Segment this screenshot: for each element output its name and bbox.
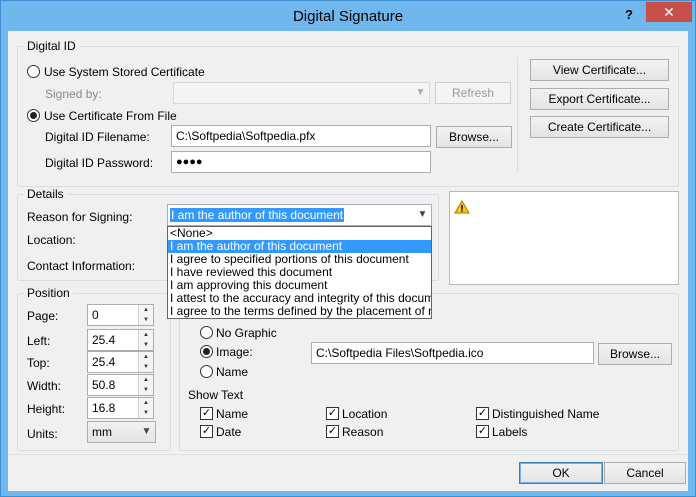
reason-option[interactable]: I attest to the accuracy and integrity o… — [168, 292, 431, 305]
show-distinguished-name-label: Distinguished Name — [492, 407, 600, 421]
show-location-checkbox[interactable]: ✓ — [326, 407, 339, 420]
close-button[interactable]: ✕ — [646, 2, 692, 22]
page-value: 0 — [92, 308, 99, 322]
digital-id-filename-label: Digital ID Filename: — [45, 130, 150, 144]
left-value: 25.4 — [92, 333, 116, 347]
help-button[interactable]: ? — [619, 5, 639, 25]
image-radio[interactable] — [200, 345, 213, 358]
spinner-arrows-icon[interactable]: ▲ ▼ — [138, 375, 153, 395]
refresh-button[interactable]: Refresh — [435, 82, 511, 104]
contact-information-label: Contact Information: — [27, 259, 136, 273]
dialog-client: Digital ID Use System Stored Certificate… — [8, 31, 688, 491]
dialog-footer: OK Cancel — [8, 454, 688, 491]
ok-button[interactable]: OK — [519, 462, 603, 484]
height-label: Height: — [27, 402, 66, 416]
show-labels-checkbox[interactable]: ✓ — [476, 425, 489, 438]
use-system-certificate-radio[interactable] — [27, 65, 40, 78]
no-graphic-radio[interactable] — [200, 326, 213, 339]
width-spinner[interactable]: 50.8 ▲ ▼ — [87, 374, 154, 396]
use-certificate-file-label: Use Certificate From File — [44, 109, 177, 123]
no-graphic-label: No Graphic — [216, 326, 277, 340]
spinner-arrows-icon[interactable]: ▲ ▼ — [138, 330, 153, 350]
reason-option[interactable]: I agree to the terms defined by the plac… — [168, 305, 431, 318]
chevron-down-icon: ▼ — [415, 87, 426, 98]
show-name-label: Name — [216, 407, 249, 421]
location-label: Location: — [27, 233, 76, 247]
position-group-label: Position — [24, 286, 73, 300]
left-spinner[interactable]: 25.4 ▲ ▼ — [87, 329, 154, 351]
spinner-arrows-icon[interactable]: ▲ ▼ — [138, 305, 153, 325]
top-label: Top: — [27, 356, 50, 370]
digital-id-password-input[interactable]: ●●●● — [171, 151, 431, 173]
show-location-label: Location — [342, 407, 388, 421]
digital-id-filename-input[interactable]: C:\Softpedia\Softpedia.pfx — [171, 125, 431, 147]
digital-id-password-label: Digital ID Password: — [45, 156, 154, 170]
window-title: Digital Signature — [292, 8, 404, 25]
browse-certificate-button[interactable]: Browse... — [436, 126, 512, 148]
show-text-label: Show Text — [188, 388, 244, 402]
signed-by-label: Signed by: — [45, 87, 102, 101]
units-label: Units: — [27, 427, 58, 441]
dialog-window: Digital Signature ? ✕ Digital ID Use Sys… — [0, 0, 696, 497]
show-reason-label: Reason — [342, 425, 384, 439]
digital-id-separator — [517, 57, 518, 172]
use-system-certificate-label: Use System Stored Certificate — [44, 65, 205, 79]
title-bar[interactable]: Digital Signature ? ✕ — [1, 1, 695, 31]
spinner-arrows-icon[interactable]: ▲ ▼ — [138, 398, 153, 418]
use-certificate-file-radio[interactable] — [27, 109, 40, 122]
reason-selected-text: I am the author of this document — [170, 208, 345, 222]
show-distinguished-name-checkbox[interactable]: ✓ — [476, 407, 489, 420]
image-label: Image: — [216, 345, 253, 359]
height-spinner[interactable]: 16.8 ▲ ▼ — [87, 397, 154, 419]
create-certificate-button[interactable]: Create Certificate... — [530, 116, 669, 138]
height-value: 16.8 — [92, 401, 116, 415]
show-date-checkbox[interactable]: ✓ — [200, 425, 213, 438]
view-certificate-button[interactable]: View Certificate... — [530, 59, 669, 81]
top-value: 25.4 — [92, 355, 116, 369]
width-label: Width: — [27, 379, 62, 393]
signature-preview-box — [449, 191, 679, 285]
reason-for-signing-combo[interactable]: I am the author of this document ▼ — [167, 204, 432, 226]
name-radio-label: Name — [216, 365, 249, 379]
reason-option[interactable]: I am the author of this document — [168, 240, 431, 253]
browse-image-button[interactable]: Browse... — [598, 343, 672, 365]
chevron-down-icon: ▼ — [141, 426, 152, 437]
top-spinner[interactable]: 25.4 ▲ ▼ — [87, 351, 154, 373]
chevron-down-icon[interactable]: ▼ — [414, 205, 431, 225]
name-radio[interactable] — [200, 365, 213, 378]
reason-dropdown-list[interactable]: <None> I am the author of this document … — [167, 226, 432, 319]
page-spinner[interactable]: 0 ▲ ▼ — [87, 304, 154, 326]
cancel-button[interactable]: Cancel — [604, 462, 686, 484]
export-certificate-button[interactable]: Export Certificate... — [530, 88, 669, 110]
digital-id-group-label: Digital ID — [24, 39, 79, 53]
reason-option[interactable]: <None> — [168, 227, 431, 240]
width-value: 50.8 — [92, 378, 116, 392]
warning-icon — [454, 200, 470, 214]
reason-option[interactable]: I agree to specified portions of this do… — [168, 253, 431, 266]
reason-option[interactable]: I have reviewed this document — [168, 266, 431, 279]
show-date-label: Date — [216, 425, 242, 439]
units-value: mm — [92, 425, 112, 439]
details-group-label: Details — [24, 187, 67, 201]
reason-for-signing-label: Reason for Signing: — [27, 210, 133, 224]
spinner-arrows-icon[interactable]: ▲ ▼ — [138, 352, 153, 372]
signed-by-combo[interactable]: ▼ — [173, 82, 430, 104]
show-reason-checkbox[interactable]: ✓ — [326, 425, 339, 438]
show-labels-label: Labels — [492, 425, 528, 439]
image-path-input[interactable]: C:\Softpedia Files\Softpedia.ico — [311, 342, 594, 364]
page-label: Page: — [27, 309, 59, 323]
left-label: Left: — [27, 334, 51, 348]
reason-option[interactable]: I am approving this document — [168, 279, 431, 292]
show-name-checkbox[interactable]: ✓ — [200, 407, 213, 420]
units-combo[interactable]: mm ▼ — [87, 421, 156, 443]
